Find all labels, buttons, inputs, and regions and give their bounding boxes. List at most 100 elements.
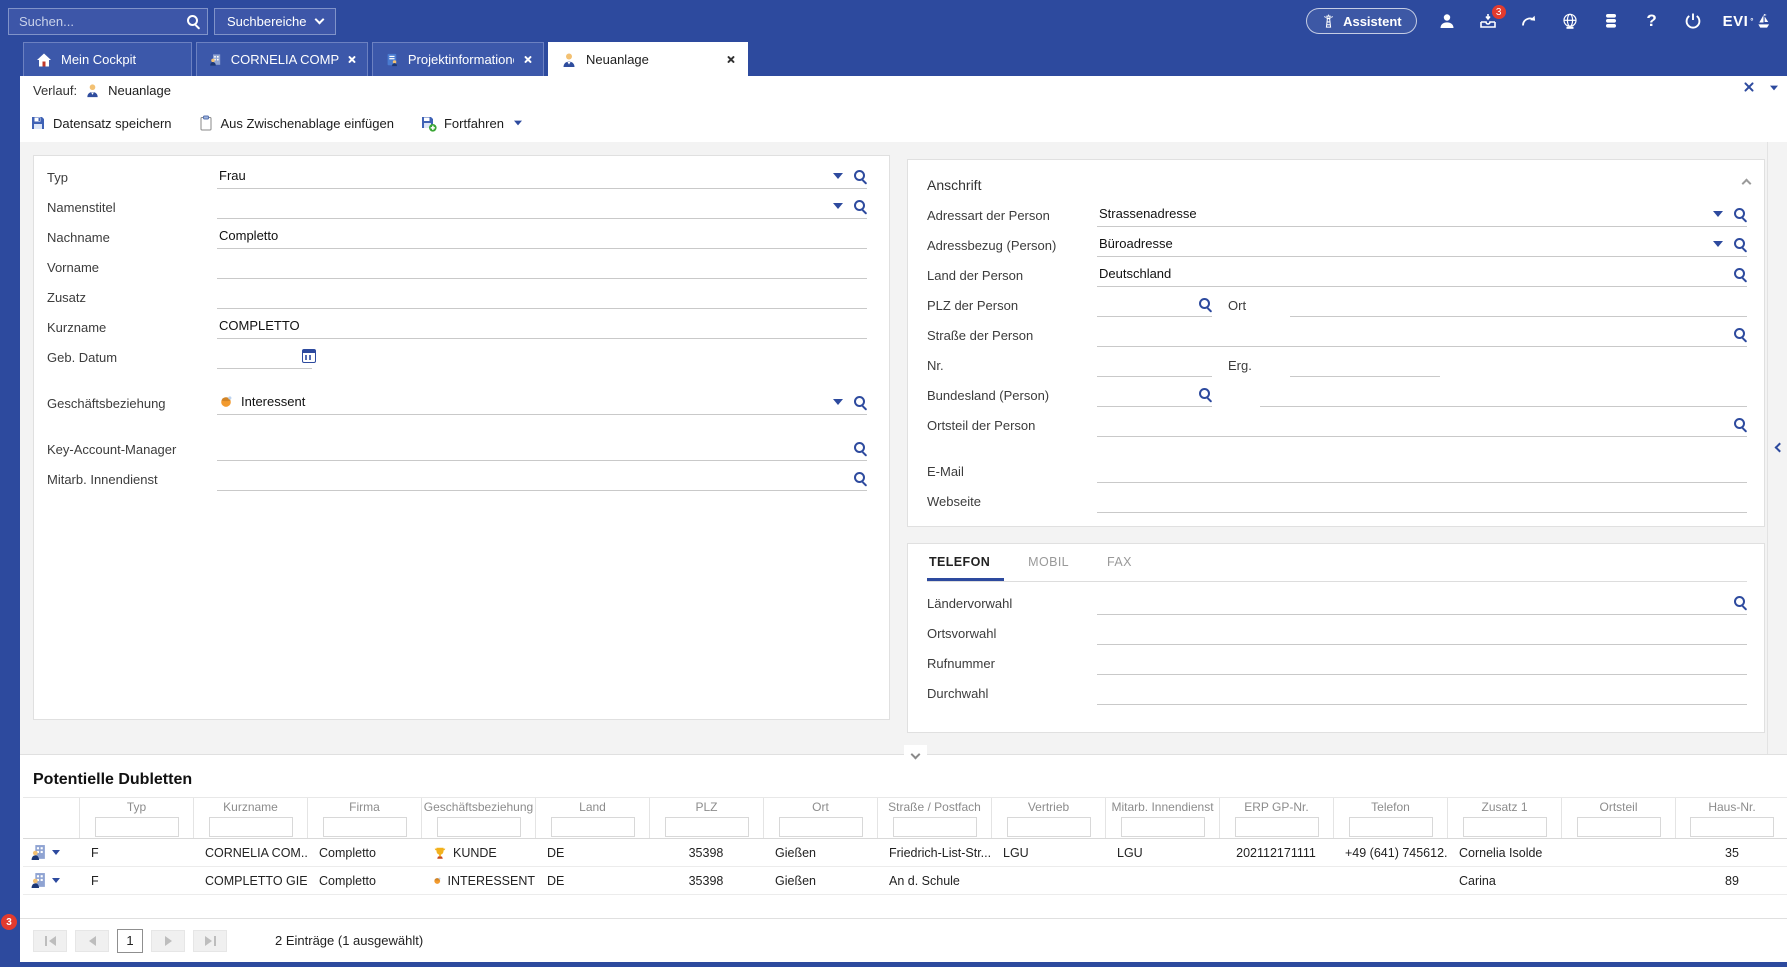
- lookup-icon[interactable]: [1198, 387, 1212, 401]
- dropdown-icon[interactable]: [1713, 241, 1723, 247]
- column-filter-input[interactable]: [1577, 817, 1661, 837]
- save-record-button[interactable]: Datensatz speichern: [30, 115, 172, 131]
- right-splitter[interactable]: [1767, 142, 1768, 754]
- column-filter-input[interactable]: [1121, 817, 1205, 837]
- kurzname-input[interactable]: [217, 318, 867, 335]
- power-icon[interactable]: [1682, 10, 1704, 32]
- dropdown-icon[interactable]: [833, 173, 843, 179]
- plz-input[interactable]: [1097, 296, 1212, 313]
- search-icon[interactable]: [186, 14, 200, 28]
- column-filter-input[interactable]: [323, 817, 407, 837]
- column-filter-input[interactable]: [209, 817, 293, 837]
- continue-menu-icon[interactable]: [514, 121, 522, 126]
- ort-input[interactable]: [1290, 296, 1747, 313]
- prev-page-button[interactable]: [75, 930, 109, 952]
- durchwahl-input[interactable]: [1097, 684, 1747, 701]
- search-scope-button[interactable]: Suchbereiche: [214, 8, 336, 35]
- erg-input[interactable]: [1290, 356, 1440, 373]
- column-filter-input[interactable]: [551, 817, 635, 837]
- dropdown-icon[interactable]: [1713, 211, 1723, 217]
- lookup-icon[interactable]: [1198, 297, 1212, 311]
- last-page-button[interactable]: [193, 930, 227, 952]
- row-menu-icon[interactable]: [52, 850, 60, 855]
- current-page-box[interactable]: 1: [117, 929, 143, 953]
- geschaeftsbeziehung-value[interactable]: Interessent: [241, 394, 305, 409]
- column-filter-input[interactable]: [1235, 817, 1319, 837]
- dropdown-icon[interactable]: [833, 399, 843, 405]
- collapse-right-icon[interactable]: [1776, 438, 1783, 456]
- zusatz-input[interactable]: [217, 288, 867, 305]
- collapse-panel-icon[interactable]: [1743, 174, 1750, 192]
- lookup-icon[interactable]: [1733, 595, 1747, 609]
- lookup-icon[interactable]: [853, 395, 867, 409]
- tab-cornelia-completto[interactable]: CORNELIA COMPLE...: [196, 42, 368, 76]
- user-icon[interactable]: [1436, 10, 1458, 32]
- webseite-input[interactable]: [1097, 492, 1747, 509]
- ortsvorwahl-input[interactable]: [1097, 624, 1747, 641]
- geb-datum-input[interactable]: [217, 348, 312, 365]
- adressart-input[interactable]: [1097, 206, 1747, 223]
- close-tab-icon[interactable]: [348, 55, 355, 64]
- strasse-input[interactable]: [1097, 326, 1747, 343]
- tab-telefon[interactable]: TELEFON: [927, 555, 1004, 581]
- continue-button[interactable]: Fortfahren: [420, 115, 523, 132]
- assistant-button[interactable]: Assistent: [1306, 8, 1417, 34]
- lookup-icon[interactable]: [853, 471, 867, 485]
- table-row[interactable]: F CORNELIA COM... Completto KUNDE DE 353…: [23, 839, 1787, 867]
- collapse-duplicates-icon[interactable]: [904, 745, 927, 763]
- lookup-icon[interactable]: [853, 199, 867, 213]
- nr-input[interactable]: [1097, 356, 1212, 373]
- column-filter-input[interactable]: [95, 817, 179, 837]
- laendervorwahl-input[interactable]: [1097, 594, 1747, 611]
- search-input[interactable]: [8, 8, 208, 35]
- lookup-icon[interactable]: [853, 169, 867, 183]
- lookup-icon[interactable]: [853, 441, 867, 455]
- next-page-button[interactable]: [151, 930, 185, 952]
- typ-input[interactable]: [217, 168, 867, 185]
- tab-neuanlage[interactable]: Neuanlage: [548, 42, 748, 76]
- row-menu-icon[interactable]: [52, 878, 60, 883]
- tab-mein-cockpit[interactable]: Mein Cockpit: [23, 42, 192, 76]
- help-icon[interactable]: ?: [1641, 10, 1663, 32]
- lookup-icon[interactable]: [1733, 237, 1747, 251]
- lookup-icon[interactable]: [1733, 417, 1747, 431]
- tab-projektinformationen[interactable]: Projektinformatione...: [372, 42, 544, 76]
- tab-mobil[interactable]: MOBIL: [1026, 555, 1083, 581]
- tab-fax[interactable]: FAX: [1105, 555, 1146, 581]
- column-filter-input[interactable]: [1349, 817, 1433, 837]
- mitarb-innendienst-input[interactable]: [217, 470, 867, 487]
- column-filter-input[interactable]: [665, 817, 749, 837]
- calendar-icon[interactable]: [302, 349, 316, 363]
- close-tab-icon[interactable]: [523, 55, 531, 64]
- adressbezug-input[interactable]: [1097, 236, 1747, 253]
- column-filter-input[interactable]: [437, 817, 521, 837]
- bundesland-input[interactable]: [1097, 386, 1212, 403]
- namenstitel-input[interactable]: [217, 198, 867, 215]
- dropdown-icon[interactable]: [833, 203, 843, 209]
- paste-clipboard-button[interactable]: Aus Zwischenablage einfügen: [198, 115, 394, 131]
- column-filter-input[interactable]: [1463, 817, 1547, 837]
- close-tab-icon[interactable]: [726, 55, 735, 64]
- vorname-input[interactable]: [217, 258, 867, 275]
- bundesland-text-input[interactable]: [1260, 386, 1747, 403]
- first-page-button[interactable]: [33, 930, 67, 952]
- table-row[interactable]: F COMPLETTO GIE... Completto INTERESSENT…: [23, 867, 1787, 895]
- ortsteil-input[interactable]: [1097, 416, 1747, 433]
- rail-notification-badge[interactable]: 3: [1, 914, 17, 930]
- key-account-manager-input[interactable]: [217, 440, 867, 457]
- nachname-input[interactable]: [217, 228, 867, 245]
- rufnummer-input[interactable]: [1097, 654, 1747, 671]
- database-icon[interactable]: [1600, 10, 1622, 32]
- column-filter-input[interactable]: [1690, 817, 1774, 837]
- view-menu-icon[interactable]: [1770, 86, 1778, 91]
- redo-icon[interactable]: [1518, 10, 1540, 32]
- column-filter-input[interactable]: [1007, 817, 1091, 837]
- close-view-icon[interactable]: [1743, 81, 1757, 95]
- land-input[interactable]: [1097, 266, 1747, 283]
- inbox-icon[interactable]: 3: [1477, 10, 1499, 32]
- email-input[interactable]: [1097, 462, 1747, 479]
- lookup-icon[interactable]: [1733, 207, 1747, 221]
- globe-icon[interactable]: [1559, 10, 1581, 32]
- lookup-icon[interactable]: [1733, 327, 1747, 341]
- column-filter-input[interactable]: [893, 817, 977, 837]
